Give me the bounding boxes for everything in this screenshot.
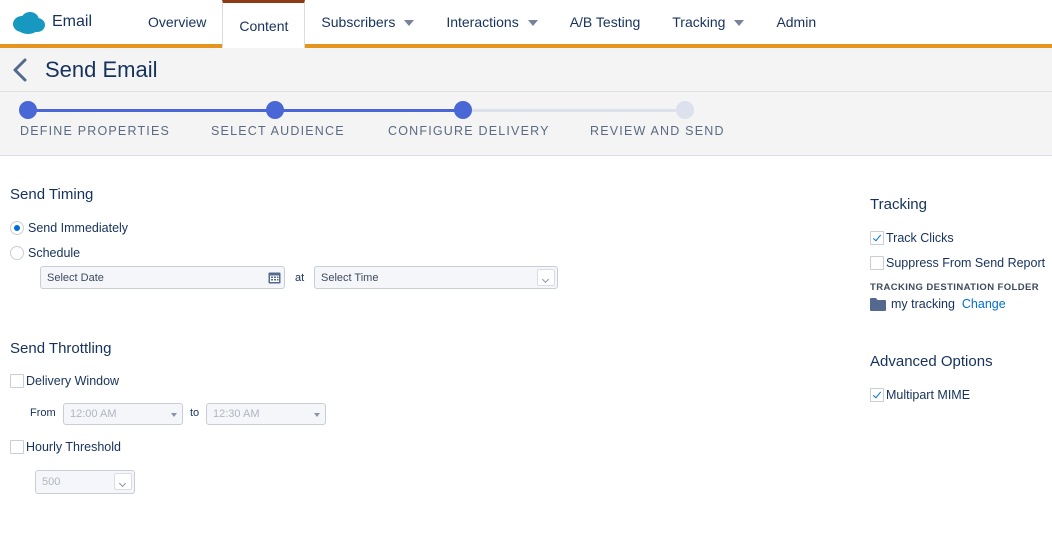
from-label: From [30, 407, 56, 419]
delivery-window-label: Delivery Window [26, 374, 120, 388]
hourly-threshold-checkbox[interactable] [10, 440, 24, 454]
time-placeholder: Select Time [321, 271, 379, 284]
tracking-folder-heading: TRACKING DESTINATION FOLDER [870, 282, 1039, 293]
progress-track-pending [464, 109, 685, 112]
nav-admin[interactable]: Admin [760, 0, 832, 44]
schedule-radio[interactable] [10, 246, 24, 260]
tracking-folder-row: my tracking Change [870, 297, 1006, 311]
folder-icon [870, 297, 886, 311]
nav-tracking[interactable]: Tracking [656, 0, 760, 44]
delivery-window-checkbox[interactable] [10, 374, 24, 388]
progress-track-complete [28, 109, 464, 112]
step-dot-review-and-send[interactable] [676, 101, 694, 119]
caret-down-icon [734, 20, 745, 26]
nav-label: Subscribers [321, 14, 396, 30]
track-clicks-checkbox[interactable] [870, 231, 884, 245]
step-label-define-properties[interactable]: DEFINE PROPERTIES [20, 124, 170, 138]
delivery-window-option[interactable]: Delivery Window [10, 374, 119, 388]
chevron-down-icon[interactable] [537, 269, 555, 286]
send-throttling-title: Send Throttling [10, 340, 112, 357]
hourly-threshold-select[interactable]: 500 [35, 470, 135, 494]
from-time-select[interactable]: 12:00 AM [63, 403, 183, 425]
nav-overview[interactable]: Overview [132, 0, 222, 44]
nav-interactions[interactable]: Interactions [430, 0, 553, 44]
nav-label: Overview [148, 14, 207, 30]
progress-stepper: DEFINE PROPERTIES SELECT AUDIENCE CONFIG… [0, 92, 1052, 156]
date-placeholder: Select Date [47, 271, 104, 284]
to-time-select[interactable]: 12:30 AM [206, 403, 326, 425]
nav-label: Interactions [446, 14, 519, 30]
top-navigation-bar: Email Overview Content Subscribers Inter… [0, 0, 1052, 48]
send-immediately-option[interactable]: Send Immediately [10, 221, 128, 235]
suppress-report-option[interactable]: Suppress From Send Report [870, 256, 1045, 270]
page-title: Send Email [45, 57, 158, 82]
chevron-down-icon[interactable] [114, 473, 132, 490]
salesforce-cloud-icon [12, 11, 46, 34]
nav-content[interactable]: Content [222, 0, 306, 48]
multipart-mime-label: Multipart MIME [886, 388, 971, 402]
step-label-select-audience[interactable]: SELECT AUDIENCE [211, 124, 345, 138]
date-picker-field[interactable]: Select Date [40, 266, 285, 289]
suppress-report-label: Suppress From Send Report [886, 256, 1046, 270]
hourly-threshold-label: Hourly Threshold [26, 440, 121, 454]
caret-down-icon [314, 413, 320, 417]
threshold-value: 500 [42, 476, 61, 488]
folder-name: my tracking [891, 297, 955, 311]
calendar-icon[interactable] [268, 271, 281, 284]
caret-down-icon [404, 20, 415, 26]
track-clicks-label: Track Clicks [886, 231, 954, 245]
app-name: Email [52, 13, 93, 30]
nav-label: Tracking [672, 14, 726, 30]
suppress-report-checkbox[interactable] [870, 256, 884, 270]
send-immediately-radio[interactable] [10, 221, 24, 235]
nav-ab-testing[interactable]: A/B Testing [554, 0, 657, 44]
time-select-field[interactable]: Select Time [314, 266, 558, 289]
send-immediately-label: Send Immediately [28, 221, 129, 235]
step-dot-define-properties[interactable] [19, 101, 37, 119]
to-label: to [190, 407, 200, 419]
multipart-mime-checkbox[interactable] [870, 388, 884, 402]
multipart-mime-option[interactable]: Multipart MIME [870, 388, 970, 402]
caret-down-icon [527, 20, 538, 26]
from-time-value: 12:00 AM [70, 408, 117, 420]
step-dot-select-audience[interactable] [266, 101, 284, 119]
nav-label: Admin [776, 14, 817, 30]
app-launcher[interactable]: Email [12, 0, 92, 44]
schedule-label: Schedule [28, 246, 81, 260]
nav-subscribers[interactable]: Subscribers [305, 0, 430, 44]
caret-down-icon [171, 413, 177, 417]
back-chevron-icon[interactable] [10, 56, 30, 84]
nav-label: A/B Testing [569, 14, 641, 30]
advanced-options-title: Advanced Options [870, 353, 993, 370]
step-label-review-and-send[interactable]: REVIEW AND SEND [590, 124, 725, 138]
track-clicks-option[interactable]: Track Clicks [870, 231, 954, 245]
to-time-value: 12:30 AM [213, 408, 260, 420]
schedule-option[interactable]: Schedule [10, 246, 80, 260]
at-label: at [295, 272, 305, 284]
page-header: Send Email [0, 48, 1052, 92]
step-label-configure-delivery[interactable]: CONFIGURE DELIVERY [388, 124, 550, 138]
step-dot-configure-delivery[interactable] [454, 101, 472, 119]
hourly-threshold-option[interactable]: Hourly Threshold [10, 440, 121, 454]
main-nav: Overview Content Subscribers Interaction… [132, 0, 832, 48]
send-timing-title: Send Timing [10, 186, 94, 203]
change-folder-link[interactable]: Change [962, 297, 1006, 311]
tracking-title: Tracking [870, 196, 927, 213]
nav-label: Content [239, 17, 289, 34]
